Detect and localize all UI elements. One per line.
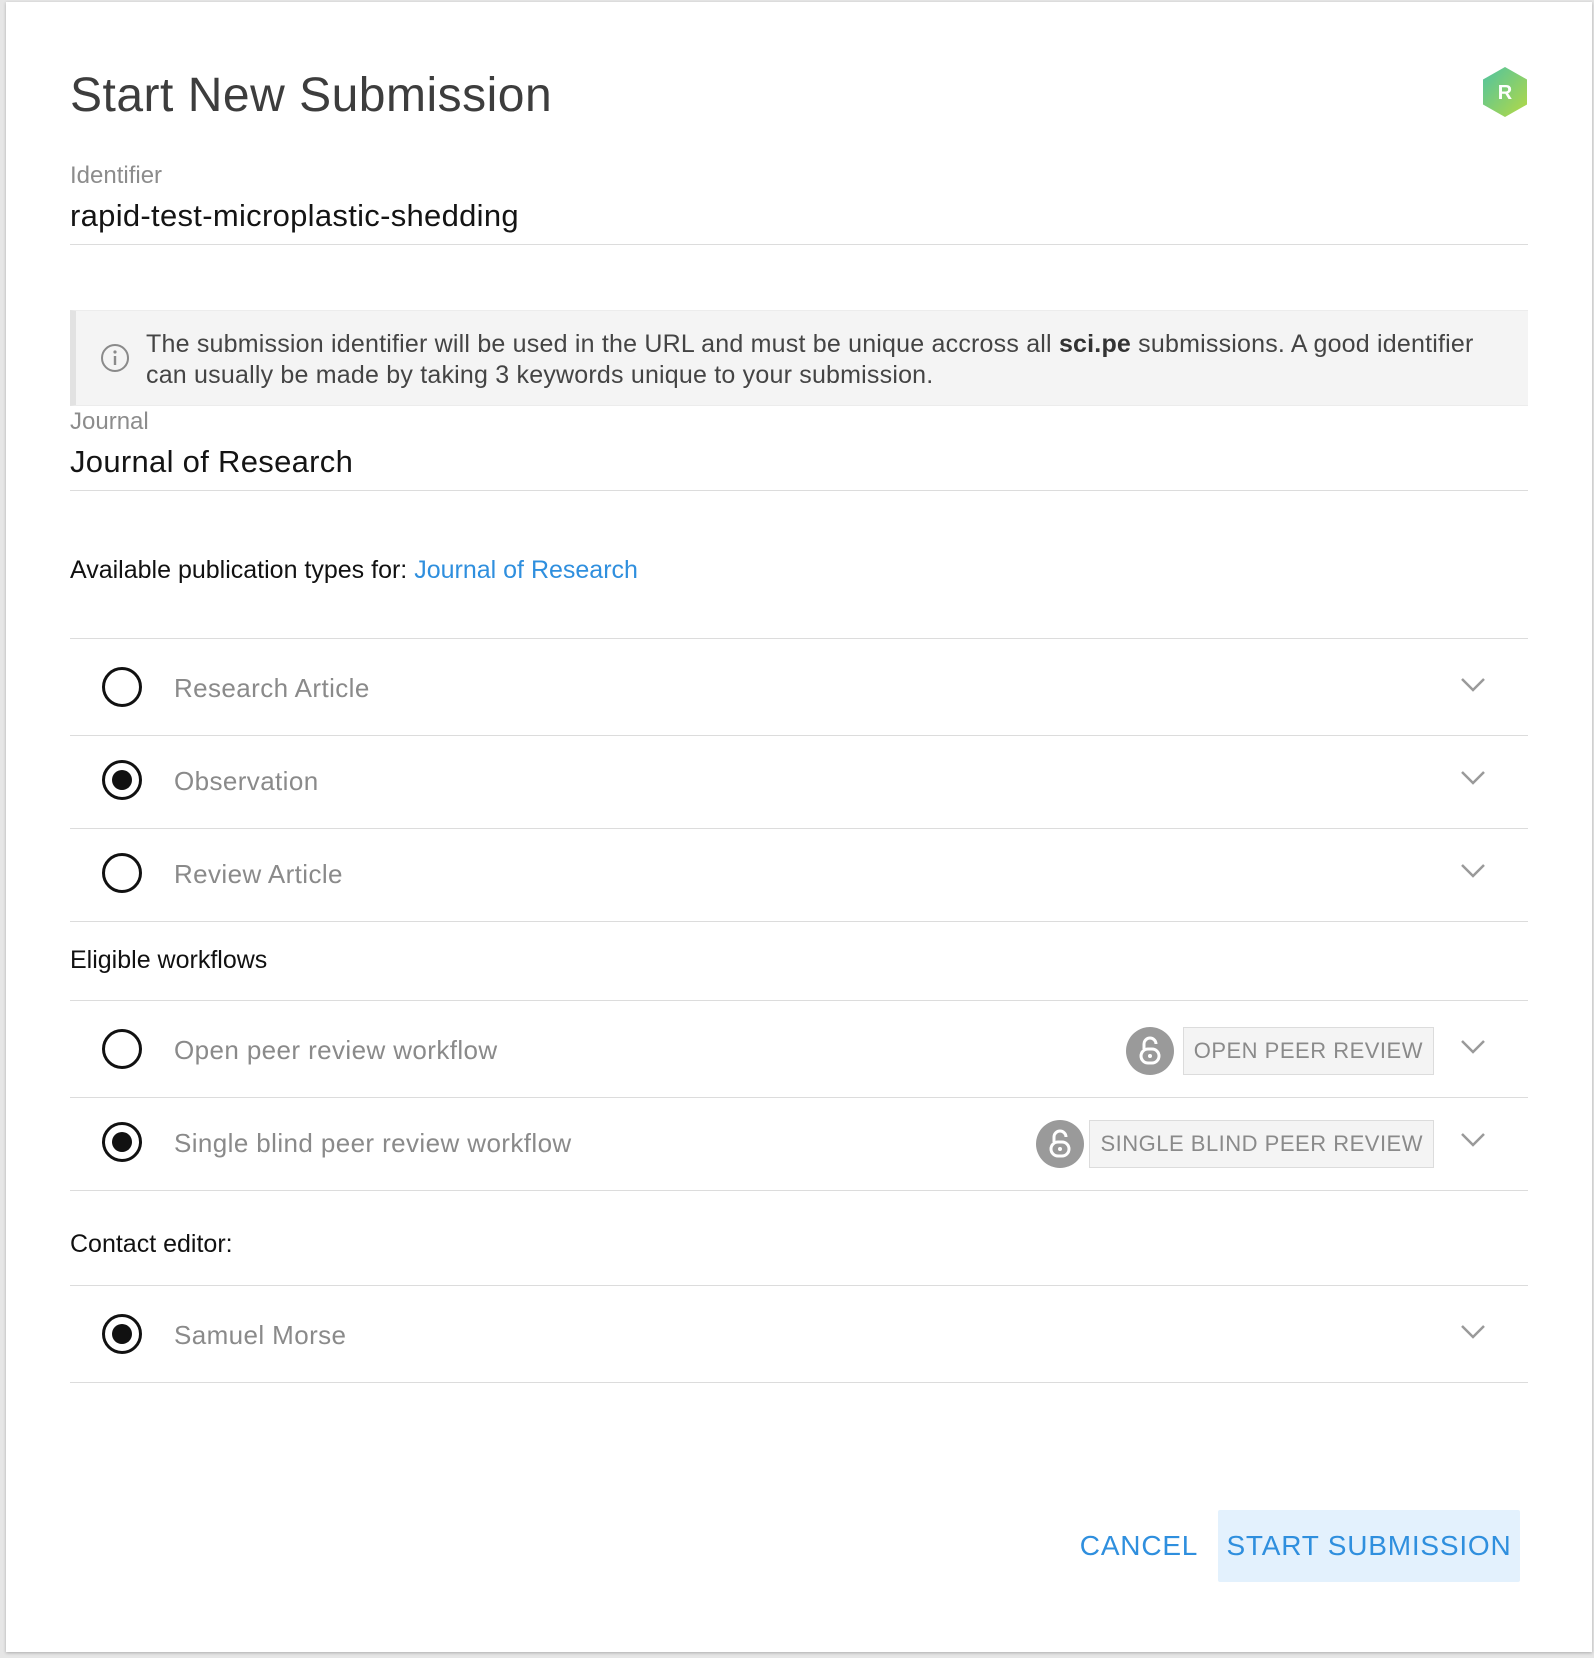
publication-type-label: Review Article: [174, 859, 343, 889]
cancel-button[interactable]: CANCEL: [1074, 1510, 1204, 1582]
workflow-tag: OPEN PEER REVIEW: [1182, 1027, 1434, 1075]
radio-button[interactable]: [102, 853, 142, 893]
app-logo-icon: R: [1483, 67, 1527, 117]
workflow-open-peer-review[interactable]: Open peer review workflow OPEN PEER REVI…: [70, 1001, 1528, 1098]
identifier-underline: [70, 244, 1528, 245]
chevron-down-icon[interactable]: [1460, 770, 1486, 786]
identifier-input[interactable]: rapid-test-microplastic-shedding: [70, 198, 519, 234]
contact-editor-heading: Contact editor:: [70, 1230, 233, 1258]
identifier-info-box: The submission identifier will be used i…: [70, 310, 1528, 406]
workflow-single-blind-peer-review[interactable]: Single blind peer review workflow SINGLE…: [70, 1094, 1528, 1191]
workflow-label: Open peer review workflow: [174, 1035, 498, 1065]
info-text: The submission identifier will be used i…: [146, 330, 1474, 389]
unlock-icon: [1126, 1027, 1174, 1075]
journal-link[interactable]: Journal of Research: [414, 556, 638, 584]
chevron-down-icon[interactable]: [1460, 1132, 1486, 1148]
identifier-label: Identifier: [70, 162, 163, 189]
workflow-label: Single blind peer review workflow: [174, 1128, 572, 1158]
unlock-icon: [1036, 1120, 1084, 1168]
workflows-heading: Eligible workflows: [70, 946, 268, 974]
radio-button-selected[interactable]: [102, 1122, 142, 1162]
radio-button-selected[interactable]: [102, 1314, 142, 1354]
publication-types-heading: Available publication types for: Journal…: [70, 556, 638, 584]
contact-editor-samuel-morse[interactable]: Samuel Morse: [70, 1286, 1528, 1383]
start-submission-dialog: Start New Submission R Identifier rapid-…: [6, 2, 1592, 1652]
publication-type-label: Research Article: [174, 673, 370, 703]
publication-type-observation[interactable]: Observation: [70, 732, 1528, 829]
publication-type-research-article[interactable]: Research Article: [70, 639, 1528, 736]
publication-type-review-article[interactable]: Review Article: [70, 825, 1528, 922]
radio-button-selected[interactable]: [102, 760, 142, 800]
radio-button[interactable]: [102, 667, 142, 707]
journal-input[interactable]: Journal of Research: [70, 444, 353, 480]
app-logo-letter: R: [1498, 82, 1513, 104]
journal-label: Journal: [70, 408, 149, 435]
chevron-down-icon[interactable]: [1460, 677, 1486, 693]
editor-name: Samuel Morse: [174, 1320, 347, 1350]
publication-type-label: Observation: [174, 766, 319, 796]
chevron-down-icon[interactable]: [1460, 863, 1486, 879]
journal-underline: [70, 490, 1528, 491]
site-name: sci.pe: [1058, 330, 1132, 358]
workflow-tag: SINGLE BLIND PEER REVIEW: [1089, 1120, 1434, 1168]
info-icon: [101, 344, 129, 372]
radio-button[interactable]: [102, 1029, 142, 1069]
start-submission-button[interactable]: START SUBMISSION: [1218, 1510, 1520, 1582]
chevron-down-icon[interactable]: [1460, 1039, 1486, 1055]
dialog-title: Start New Submission: [70, 69, 553, 122]
chevron-down-icon[interactable]: [1460, 1324, 1486, 1340]
